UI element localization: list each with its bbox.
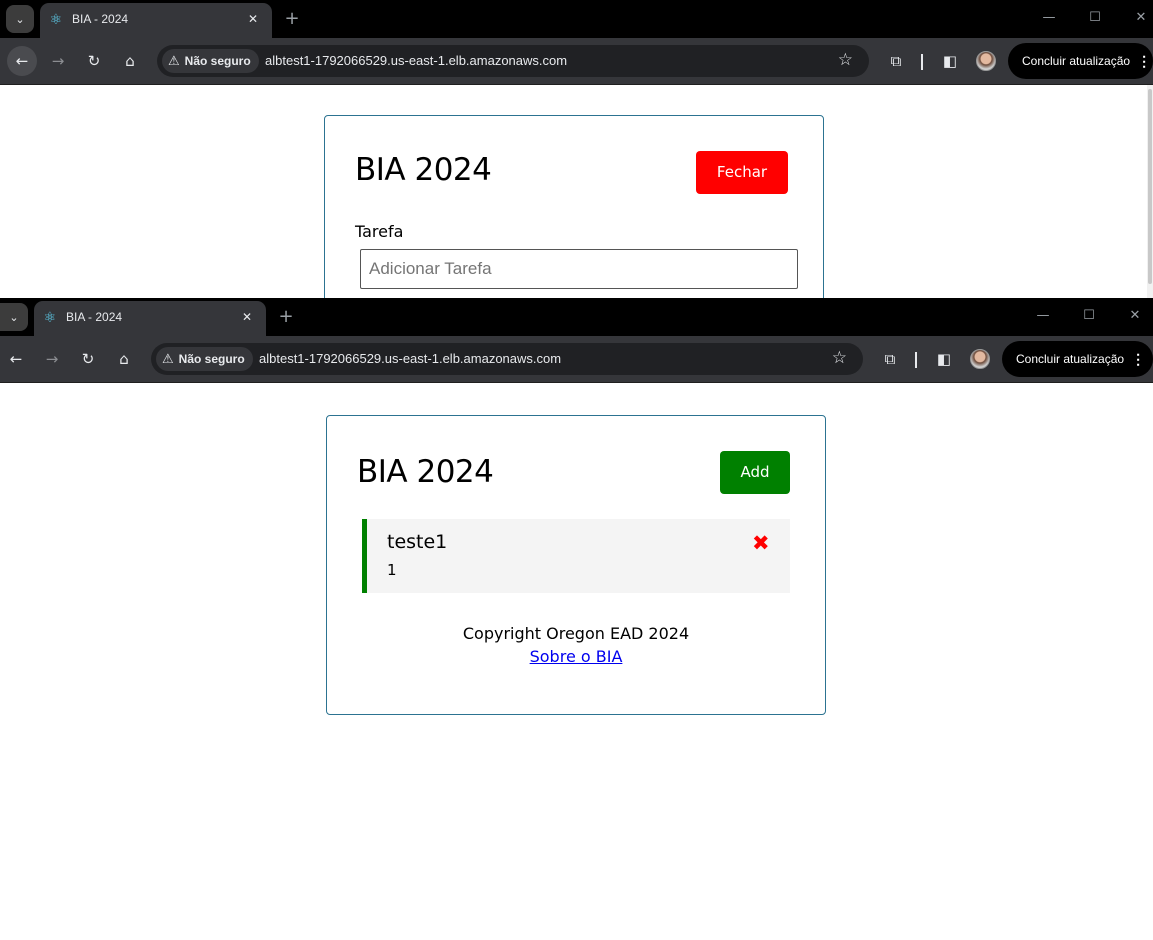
warning-icon: ⚠ (168, 53, 180, 68)
back-icon[interactable]: ← (1, 344, 31, 374)
home-icon[interactable]: ⌂ (115, 46, 145, 76)
task-label: Tarefa (355, 222, 404, 241)
toolbar-divider (921, 54, 923, 70)
react-favicon-icon: ⚛ (43, 310, 57, 326)
maximize-icon[interactable]: ☐ (1076, 304, 1102, 328)
warning-icon: ⚠ (162, 351, 174, 366)
close-window-icon[interactable]: ✕ (1128, 6, 1153, 30)
delete-task-icon[interactable]: ✖ (752, 533, 770, 554)
url-text[interactable]: albtest1-1792066529.us-east-1.elb.amazon… (259, 351, 561, 366)
page-content: BIA 2024 Add teste1 1 ✖ Copyright Oregon… (0, 383, 1153, 940)
forward-icon[interactable]: → (37, 344, 67, 374)
react-favicon-icon: ⚛ (49, 12, 63, 28)
page-scrollbar[interactable] (1147, 85, 1153, 298)
update-button-label: Concluir atualização (1022, 54, 1131, 68)
close-tab-icon[interactable]: ✕ (238, 308, 256, 326)
new-tab-button[interactable]: + (273, 304, 299, 330)
minimize-icon[interactable]: — (1036, 6, 1062, 30)
forward-icon[interactable]: → (43, 46, 73, 76)
task-text: teste1 (387, 531, 448, 553)
reload-icon[interactable]: ↻ (73, 344, 103, 374)
tab-search-button[interactable]: ⌄ (6, 5, 34, 33)
task-input[interactable] (360, 249, 798, 289)
bookmark-star-icon[interactable]: ☆ (832, 348, 847, 368)
close-window-icon[interactable]: ✕ (1122, 304, 1148, 328)
browser-tab[interactable]: ⚛ BIA - 2024 ✕ (34, 301, 266, 336)
app-title: BIA 2024 (357, 454, 494, 490)
page-content: BIA 2024 Fechar Tarefa (0, 85, 1153, 298)
side-panel-icon[interactable]: ◧ (935, 46, 965, 76)
close-tab-icon[interactable]: ✕ (244, 10, 262, 28)
app-title: BIA 2024 (355, 152, 492, 188)
profile-avatar[interactable] (976, 51, 996, 71)
task-day: 1 (387, 561, 397, 579)
about-link[interactable]: Sobre o BIA (530, 647, 623, 666)
tab-title: BIA - 2024 (72, 12, 129, 26)
new-tab-button[interactable]: + (279, 6, 305, 32)
tab-strip: ⌄ ⚛ BIA - 2024 ✕ + — ☐ ✕ (0, 298, 1153, 336)
task-item[interactable]: teste1 1 ✖ (362, 519, 790, 593)
toolbar-divider (915, 352, 917, 368)
update-button-label: Concluir atualização (1016, 352, 1125, 366)
side-panel-icon[interactable]: ◧ (929, 344, 959, 374)
maximize-icon[interactable]: ☐ (1082, 6, 1108, 30)
reload-icon[interactable]: ↻ (79, 46, 109, 76)
security-chip[interactable]: ⚠ Não seguro (162, 49, 259, 73)
scrollbar-thumb[interactable] (1148, 89, 1152, 284)
copyright-text: Copyright Oregon EAD 2024 (462, 624, 690, 643)
tab-title: BIA - 2024 (66, 310, 123, 324)
back-icon[interactable]: ← (7, 46, 37, 76)
menu-kebab-icon[interactable]: ⋮ (1137, 53, 1151, 70)
update-button[interactable]: Concluir atualização ⋮ (1008, 43, 1153, 79)
extensions-icon[interactable]: ⧉ (881, 46, 911, 76)
security-label: Não seguro (184, 54, 251, 68)
tab-strip: ⌄ ⚛ BIA - 2024 ✕ + — ☐ ✕ (0, 0, 1153, 38)
browser-window-front: ⌄ ⚛ BIA - 2024 ✕ + — ☐ ✕ ← → ↻ ⌂ ⚠ Não s… (0, 298, 1153, 940)
app-footer: Copyright Oregon EAD 2024 Sobre o BIA (327, 624, 825, 666)
browser-toolbar: ← → ↻ ⌂ ⚠ Não seguro albtest1-1792066529… (0, 336, 1153, 383)
security-label: Não seguro (178, 352, 245, 366)
home-icon[interactable]: ⌂ (109, 344, 139, 374)
browser-window-back: ⌄ ⚛ BIA - 2024 ✕ + — ☐ ✕ ← → ↻ ⌂ ⚠ Não s… (0, 0, 1153, 298)
tab-search-button[interactable]: ⌄ (0, 303, 28, 331)
browser-toolbar: ← → ↻ ⌂ ⚠ Não seguro albtest1-1792066529… (0, 38, 1153, 85)
app-card: BIA 2024 Add teste1 1 ✖ Copyright Oregon… (326, 415, 826, 715)
chevron-down-icon: ⌄ (9, 310, 19, 324)
close-form-button[interactable]: Fechar (696, 151, 788, 194)
address-bar[interactable]: ⚠ Não seguro albtest1-1792066529.us-east… (151, 343, 863, 375)
menu-kebab-icon[interactable]: ⋮ (1131, 351, 1145, 368)
bookmark-star-icon[interactable]: ☆ (838, 50, 853, 70)
chevron-down-icon: ⌄ (15, 12, 25, 26)
profile-avatar[interactable] (970, 349, 990, 369)
browser-tab[interactable]: ⚛ BIA - 2024 ✕ (40, 3, 272, 38)
address-bar[interactable]: ⚠ Não seguro albtest1-1792066529.us-east… (157, 45, 869, 77)
minimize-icon[interactable]: — (1030, 304, 1056, 328)
url-text[interactable]: albtest1-1792066529.us-east-1.elb.amazon… (265, 53, 567, 68)
add-task-button[interactable]: Add (720, 451, 790, 494)
extensions-icon[interactable]: ⧉ (875, 344, 905, 374)
app-card: BIA 2024 Fechar Tarefa (324, 115, 824, 298)
security-chip[interactable]: ⚠ Não seguro (156, 347, 253, 371)
update-button[interactable]: Concluir atualização ⋮ (1002, 341, 1153, 377)
